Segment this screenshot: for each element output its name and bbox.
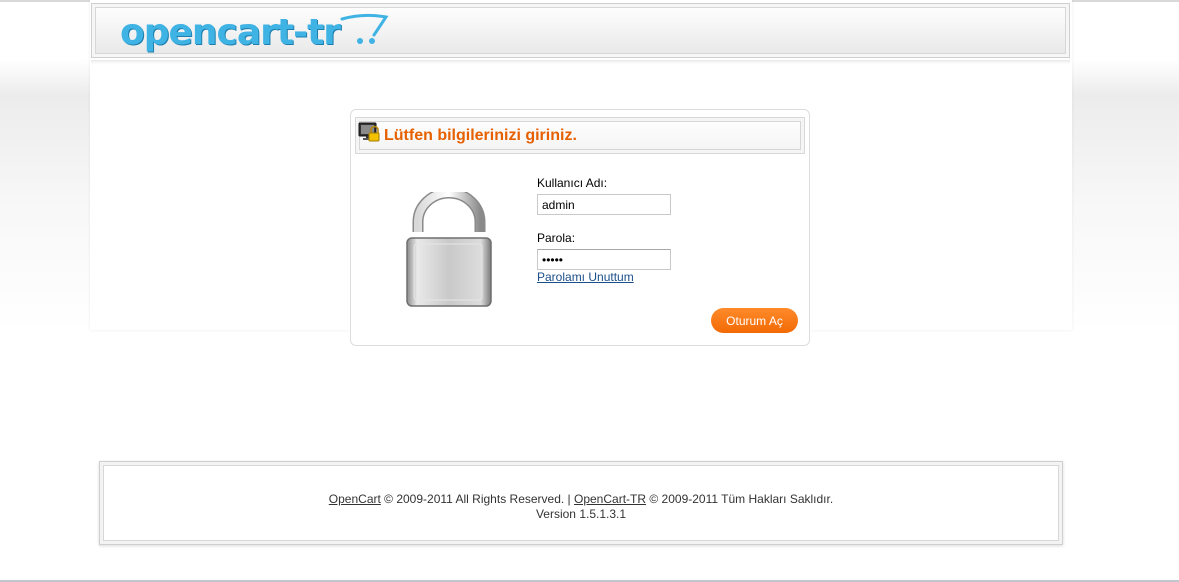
opencart-tr-link[interactable]: OpenCart-TR — [574, 492, 646, 506]
header-separator — [91, 60, 1070, 64]
password-label: Parola: — [537, 231, 576, 245]
site-logo[interactable]: opencart-tr — [120, 11, 389, 55]
username-label: Kullanıcı Adı: — [537, 176, 608, 190]
padlock-open-icon — [405, 192, 492, 307]
footer-copyright: OpenCart © 2009-2011 All Rights Reserved… — [99, 492, 1063, 506]
lock-screen-icon — [358, 122, 380, 142]
username-input[interactable] — [537, 194, 671, 215]
login-button[interactable]: Oturum Aç — [711, 308, 798, 333]
footer-version: Version 1.5.1.3.1 — [535, 507, 627, 521]
forgot-password-link[interactable]: Parolamı Unuttum — [537, 270, 634, 284]
opencart-link[interactable]: OpenCart — [329, 492, 381, 506]
logo-text: opencart-tr — [120, 12, 341, 53]
password-input[interactable] — [537, 249, 671, 270]
copyright-text-2: © 2009-2011 Tüm Hakları Saklıdır. — [646, 492, 834, 506]
copyright-text-1: © 2009-2011 All Rights Reserved. | — [380, 492, 574, 506]
login-heading-title: Lütfen bilgilerinizi giriniz. — [384, 127, 577, 144]
cart-swoosh-icon — [340, 13, 389, 44]
